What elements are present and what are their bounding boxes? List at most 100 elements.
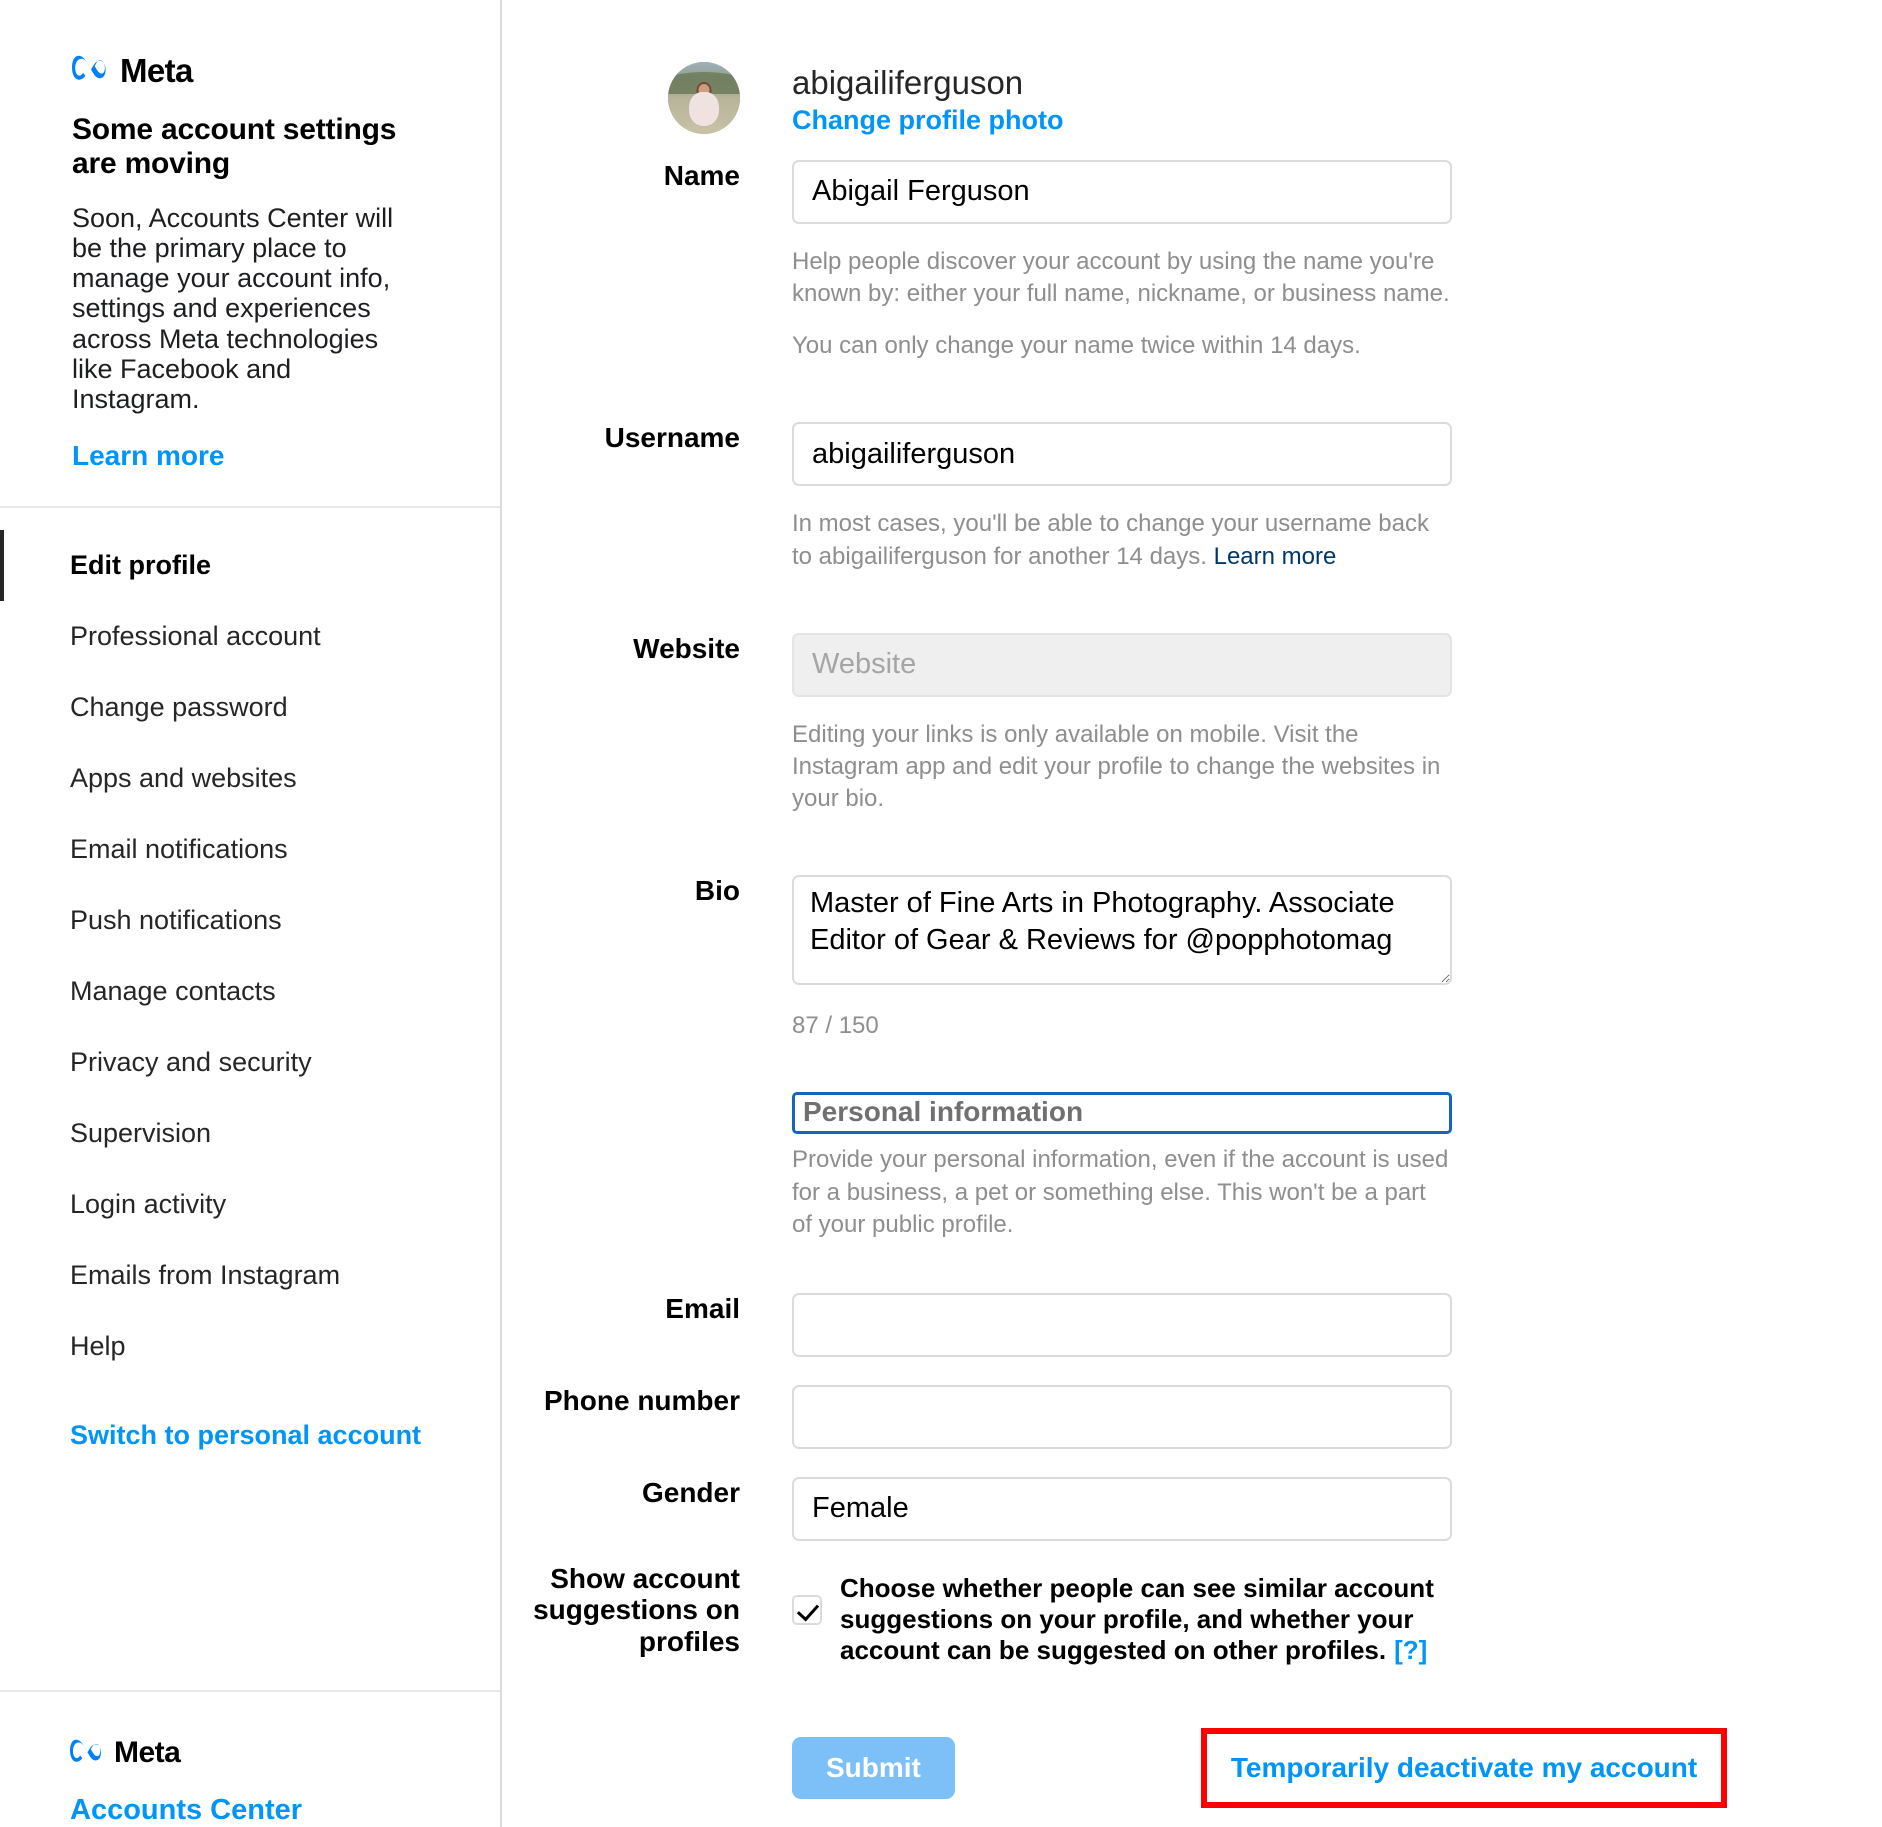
temporarily-deactivate-account-link[interactable]: Temporarily deactivate my account bbox=[1231, 1752, 1697, 1783]
website-row: Website Editing your links is only avail… bbox=[502, 632, 1882, 815]
edit-profile-page: Meta Some account settings are moving So… bbox=[0, 0, 1882, 1827]
form-actions: Submit Temporarily deactivate my account bbox=[502, 1728, 1882, 1809]
avatar[interactable] bbox=[668, 62, 740, 134]
sidebar-item-label: Emails from Instagram bbox=[70, 1260, 341, 1291]
sidebar-item-label: Edit profile bbox=[70, 550, 211, 581]
sidebar-item-supervision[interactable]: Supervision bbox=[0, 1098, 500, 1169]
website-input bbox=[792, 632, 1452, 697]
sidebar-item-privacy-and-security[interactable]: Privacy and security bbox=[0, 1027, 500, 1098]
sidebar-item-professional-account[interactable]: Professional account bbox=[0, 601, 500, 672]
accounts-center-promo: Meta Some account settings are moving So… bbox=[0, 0, 500, 509]
sidebar-item-emails-from-instagram[interactable]: Emails from Instagram bbox=[0, 1240, 500, 1311]
website-label: Website bbox=[633, 632, 740, 664]
personal-information-title: Personal information bbox=[803, 1096, 1084, 1128]
name-input[interactable] bbox=[792, 159, 1452, 224]
nav-spacer-bottom bbox=[0, 1471, 500, 1489]
phone-number-row: Phone number bbox=[502, 1384, 1882, 1449]
username-input[interactable] bbox=[792, 422, 1452, 487]
username-field-wrap: In most cases, you'll be able to change … bbox=[740, 422, 1452, 572]
gender-input[interactable] bbox=[792, 1476, 1452, 1541]
sidebar-item-label: Help bbox=[70, 1331, 126, 1362]
edit-profile-form-panel: abigailiferguson Change profile photo Na… bbox=[502, 0, 1882, 1827]
gender-label: Gender bbox=[641, 1476, 740, 1508]
footer-meta-brand: Meta bbox=[70, 1738, 500, 1768]
sidebar-footer: Meta Accounts Center bbox=[0, 1692, 500, 1827]
bio-label: Bio bbox=[694, 875, 740, 907]
account-suggestions-text: Choose whether people can see similar ac… bbox=[840, 1572, 1434, 1666]
bio-character-counter: 87 / 150 bbox=[792, 1012, 879, 1040]
sidebar-item-manage-contacts[interactable]: Manage contacts bbox=[0, 956, 500, 1027]
gender-field-wrap bbox=[740, 1476, 1452, 1541]
sidebar-item-apps-and-websites[interactable]: Apps and websites bbox=[0, 743, 500, 814]
email-field-wrap bbox=[740, 1292, 1452, 1357]
name-field-wrap: Help people discover your account by usi… bbox=[740, 159, 1452, 362]
name-help-2: You can only change your name twice with… bbox=[792, 332, 1361, 360]
gender-row: Gender bbox=[502, 1476, 1882, 1541]
name-help-1: Help people discover your account by usi… bbox=[792, 247, 1450, 308]
name-label: Name bbox=[663, 159, 740, 191]
promo-body: Soon, Accounts Center will be the primar… bbox=[72, 202, 394, 415]
website-help: Editing your links is only available on … bbox=[792, 720, 1441, 813]
sidebar-item-change-password[interactable]: Change password bbox=[0, 672, 500, 743]
switch-to-personal-account-link[interactable]: Switch to personal account bbox=[0, 1400, 500, 1471]
profile-header-row: abigailiferguson Change profile photo bbox=[502, 62, 1882, 136]
edit-profile-form: abigailiferguson Change profile photo Na… bbox=[502, 0, 1882, 1809]
deactivate-highlight-box: Temporarily deactivate my account bbox=[1200, 1728, 1728, 1809]
change-profile-photo-link[interactable]: Change profile photo bbox=[792, 105, 1063, 136]
meta-wordmark: Meta bbox=[120, 52, 193, 89]
personal-information-row: Personal information Provide your person… bbox=[502, 1092, 1882, 1241]
meta-infinity-icon bbox=[72, 55, 110, 86]
username-help: In most cases, you'll be able to change … bbox=[792, 508, 1452, 572]
sidebar-item-label: Apps and websites bbox=[70, 763, 297, 794]
promo-title: Some account settings are moving bbox=[72, 113, 397, 180]
account-suggestions-control: Choose whether people can see similar ac… bbox=[740, 1563, 1500, 1667]
footer-meta-wordmark: Meta bbox=[114, 1736, 181, 1769]
sidebar-item-label: Push notifications bbox=[70, 905, 282, 936]
switch-account-label: Switch to personal account bbox=[70, 1420, 422, 1451]
settings-sidebar: Meta Some account settings are moving So… bbox=[0, 0, 502, 1827]
sidebar-item-label: Privacy and security bbox=[70, 1047, 312, 1078]
sidebar-item-label: Change password bbox=[70, 692, 288, 723]
personal-information-wrap: Personal information Provide your person… bbox=[740, 1092, 1452, 1241]
username-row: Username In most cases, you'll be able t… bbox=[502, 422, 1882, 572]
profile-header-text: abigailiferguson Change profile photo bbox=[740, 62, 1063, 136]
email-label: Email bbox=[665, 1292, 740, 1324]
settings-nav: Edit profile Professional account Change… bbox=[0, 508, 500, 1692]
accounts-center-link[interactable]: Accounts Center bbox=[70, 1794, 302, 1827]
bio-textarea[interactable] bbox=[792, 875, 1452, 986]
sidebar-item-help[interactable]: Help bbox=[0, 1311, 500, 1382]
sidebar-item-label: Email notifications bbox=[70, 834, 288, 865]
avatar-person-dress bbox=[689, 92, 719, 127]
username-label: Username bbox=[604, 422, 740, 454]
account-suggestions-help-icon[interactable]: [?] bbox=[1394, 1635, 1427, 1665]
sidebar-item-label: Manage contacts bbox=[70, 976, 276, 1007]
bio-row: Bio 87 / 150 bbox=[502, 875, 1882, 1040]
account-suggestions-checkbox[interactable] bbox=[792, 1594, 822, 1625]
bio-field-wrap: 87 / 150 bbox=[740, 875, 1452, 1040]
meta-brand: Meta bbox=[72, 54, 438, 87]
email-input[interactable] bbox=[792, 1292, 1452, 1357]
sidebar-item-label: Supervision bbox=[70, 1118, 212, 1149]
submit-button[interactable]: Submit bbox=[792, 1737, 955, 1800]
promo-learn-more-link[interactable]: Learn more bbox=[72, 440, 225, 472]
username-learn-more-link[interactable]: Learn more bbox=[1214, 543, 1337, 570]
sidebar-item-login-activity[interactable]: Login activity bbox=[0, 1169, 500, 1240]
sidebar-item-push-notifications[interactable]: Push notifications bbox=[0, 885, 500, 956]
sidebar-item-edit-profile[interactable]: Edit profile bbox=[0, 530, 500, 602]
account-suggestions-text-wrap: Choose whether people can see similar ac… bbox=[840, 1573, 1500, 1667]
personal-information-heading-button[interactable]: Personal information bbox=[792, 1092, 1452, 1135]
personal-information-help: Provide your personal information, even … bbox=[792, 1146, 1449, 1238]
sidebar-item-label: Professional account bbox=[70, 621, 321, 652]
sidebar-item-email-notifications[interactable]: Email notifications bbox=[0, 814, 500, 885]
meta-infinity-icon bbox=[70, 1739, 105, 1768]
name-row: Name Help people discover your account b… bbox=[502, 159, 1882, 362]
sidebar-item-label: Login activity bbox=[70, 1189, 227, 1220]
phone-number-input[interactable] bbox=[792, 1384, 1452, 1449]
